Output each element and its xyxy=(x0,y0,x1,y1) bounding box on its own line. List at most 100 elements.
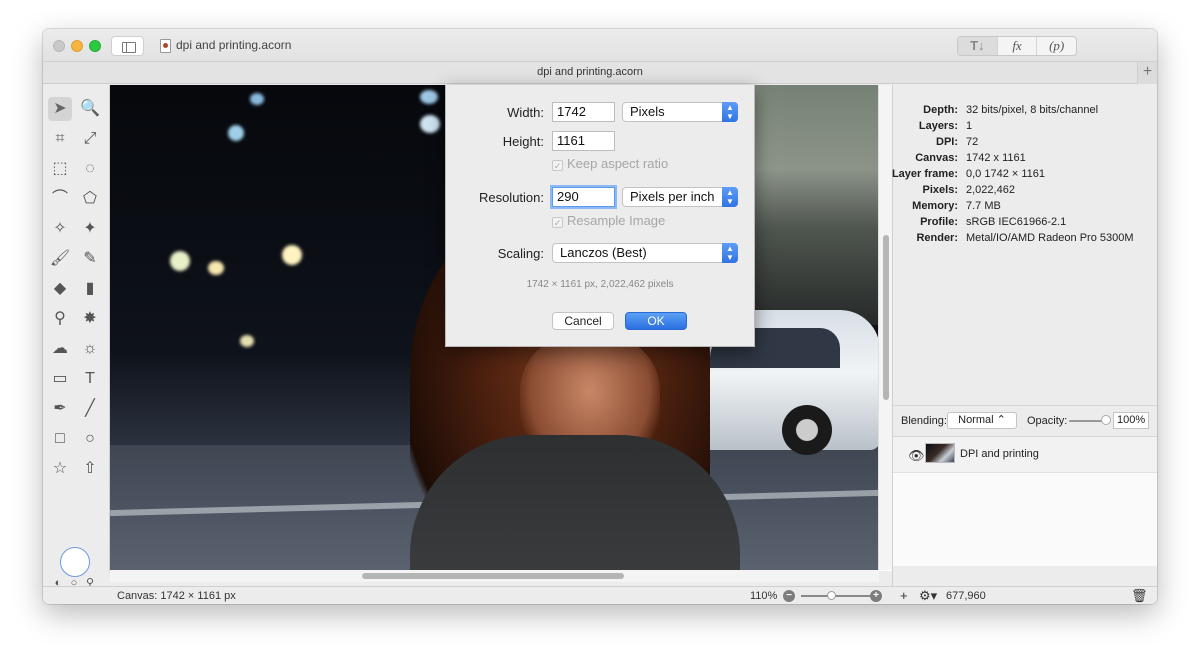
lasso-tool[interactable]: ⌒ xyxy=(48,187,72,211)
width-unit-select[interactable]: Pixels ▲ ▼ xyxy=(622,102,738,122)
zoom-slider[interactable] xyxy=(801,595,873,597)
vertical-scroll-thumb[interactable] xyxy=(883,235,889,400)
layer-thumbnail xyxy=(925,443,955,463)
scaling-select[interactable]: Lanczos (Best) ▲ ▼ xyxy=(552,243,738,263)
add-layer-icon[interactable]: + xyxy=(900,588,908,603)
cloud-tool[interactable]: ☁ xyxy=(48,337,72,361)
info-value: Metal/IO/AMD Radeon Pro 5300M xyxy=(966,232,1134,244)
filters-tab[interactable]: fx xyxy=(996,37,1037,55)
smudge-tool[interactable]: ✸ xyxy=(78,307,102,331)
canvas-size-text: Canvas: 1742 × 1161 px xyxy=(117,590,236,602)
arrow-icon: ⇧ xyxy=(83,460,97,477)
sun-icon: ☼ xyxy=(82,340,98,357)
document-tab[interactable]: dpi and printing.acorn xyxy=(43,66,1137,78)
sidebar-toggle-button[interactable] xyxy=(111,36,144,56)
lasso-icon: ⌒ xyxy=(51,190,68,207)
visibility-eye-icon[interactable]: 👁 xyxy=(908,448,925,464)
text-inspector-tab[interactable]: T↓ xyxy=(958,37,997,55)
inspector-segmented-control[interactable]: T↓ fx (p) xyxy=(957,36,1077,56)
move-tool[interactable]: ➤ xyxy=(48,97,72,121)
rectangle-tool[interactable]: □ xyxy=(48,427,72,451)
resample-image-checkbox[interactable]: ✓ Resample Image xyxy=(552,213,665,228)
blending-mode-select[interactable]: Normal ⌃ xyxy=(947,412,1017,429)
zoom-out-button[interactable]: − xyxy=(783,590,795,602)
ellipse-select-tool[interactable]: ◌ xyxy=(78,157,102,181)
chevron-updown-icon: ▲ ▼ xyxy=(722,102,738,122)
crop-icon: ⌗ xyxy=(55,130,65,147)
scaling-label: Scaling: xyxy=(497,246,544,261)
layers-list[interactable]: 👁 DPI and printing xyxy=(893,436,1157,566)
layer-row[interactable]: 👁 DPI and printing xyxy=(893,437,1157,473)
oval-tool[interactable]: ○ xyxy=(78,427,102,451)
keep-aspect-label: Keep aspect ratio xyxy=(567,156,669,171)
pen-tool[interactable]: ✒ xyxy=(48,397,72,421)
resolution-unit-select[interactable]: Pixels per inch ▲ ▼ xyxy=(622,187,738,207)
checkmark-icon: ✓ xyxy=(552,160,563,171)
ellipse-select-icon: ◌ xyxy=(85,160,95,177)
crop-tool[interactable]: ⌗ xyxy=(48,127,72,151)
bokeh-light xyxy=(208,261,224,275)
color-select-tool[interactable]: ✦ xyxy=(78,217,102,241)
color-well[interactable] xyxy=(60,547,90,577)
pixel-info-text: 1742 × 1161 px, 2,022,462 pixels xyxy=(526,279,674,290)
zoom-in-button[interactable]: + xyxy=(870,590,882,602)
pencil-icon: ✎ xyxy=(83,250,97,267)
new-tab-button[interactable]: + xyxy=(1137,62,1157,84)
transform-tool[interactable]: ⤢ xyxy=(78,127,102,151)
zoom-icon: 🔍 xyxy=(80,100,100,117)
polygon-lasso-icon: ⬠ xyxy=(83,190,97,207)
height-field[interactable]: 1161 xyxy=(552,131,615,151)
gradient-tool[interactable]: ▮ xyxy=(78,277,102,301)
zoom-slider-knob[interactable] xyxy=(827,591,836,600)
fill-tool[interactable]: ◆ xyxy=(48,277,72,301)
info-key: Layer frame: xyxy=(891,168,958,180)
properties-tab[interactable]: (p) xyxy=(1036,37,1076,55)
info-key: Layers: xyxy=(918,120,958,132)
line-tool[interactable]: ╱ xyxy=(78,397,102,421)
pencil-tool[interactable]: ✎ xyxy=(78,247,102,271)
close-window-button[interactable] xyxy=(53,40,65,52)
status-bar: Canvas: 1742 × 1161 px 110% − + + ⚙▾ 677… xyxy=(43,586,1157,604)
rectangle-gradient-tool[interactable]: ▭ xyxy=(48,367,72,391)
blending-value: Normal xyxy=(958,414,994,426)
horizontal-scrollbar[interactable] xyxy=(110,570,879,582)
line-icon: ╱ xyxy=(85,400,95,417)
opacity-field[interactable]: 100% xyxy=(1113,412,1149,429)
zoom-tool[interactable]: 🔍 xyxy=(78,97,102,121)
blending-label: Blending: xyxy=(901,415,947,427)
trash-icon[interactable]: 🗑 xyxy=(1131,588,1148,604)
bokeh-light xyxy=(420,90,438,104)
horizontal-scroll-thumb[interactable] xyxy=(362,573,624,579)
star-tool[interactable]: ☆ xyxy=(48,457,72,481)
text-icon: T xyxy=(85,370,95,387)
rect-select-tool[interactable]: ⬚ xyxy=(48,157,72,181)
magic-wand-tool[interactable]: ✧ xyxy=(48,217,72,241)
resize-image-dialog: Width: 1742 Pixels ▲ ▼ Height: 1161 ✓ Keep… xyxy=(445,85,755,347)
info-value: 1 xyxy=(966,120,973,132)
opacity-slider-knob[interactable] xyxy=(1101,415,1111,425)
cancel-button[interactable]: Cancel xyxy=(552,312,614,330)
gear-icon[interactable]: ⚙▾ xyxy=(919,588,937,604)
width-label: Width: xyxy=(507,105,544,120)
arrow-tool[interactable]: ⇧ xyxy=(78,457,102,481)
oval-icon: ○ xyxy=(85,430,95,447)
text-tool[interactable]: T xyxy=(78,367,102,391)
ok-button[interactable]: OK xyxy=(625,312,687,330)
zoom-level: 110% xyxy=(750,590,778,602)
minimize-window-button[interactable] xyxy=(71,40,83,52)
color-select-icon: ✦ xyxy=(83,220,97,237)
maximize-window-button[interactable] xyxy=(89,40,101,52)
chevron-updown-icon: ▲ ▼ xyxy=(722,187,738,207)
opacity-label: Opacity: xyxy=(1027,415,1068,427)
info-value: 0,0 1742 × 1161 xyxy=(966,168,1046,180)
sun-tool[interactable]: ☼ xyxy=(78,337,102,361)
brush-tool[interactable]: 🖌 xyxy=(48,247,72,271)
polygon-lasso-tool[interactable]: ⬠ xyxy=(78,187,102,211)
info-value: sRGB IEC61966-2.1 xyxy=(966,216,1067,228)
resolution-field[interactable]: 290 xyxy=(552,187,615,207)
keep-aspect-ratio-checkbox[interactable]: ✓ Keep aspect ratio xyxy=(552,156,668,171)
rect-select-icon: ⬚ xyxy=(52,160,68,177)
clone-tool[interactable]: ⚲ xyxy=(48,307,72,331)
width-field[interactable]: 1742 xyxy=(552,102,615,122)
info-key: Profile: xyxy=(920,216,958,228)
